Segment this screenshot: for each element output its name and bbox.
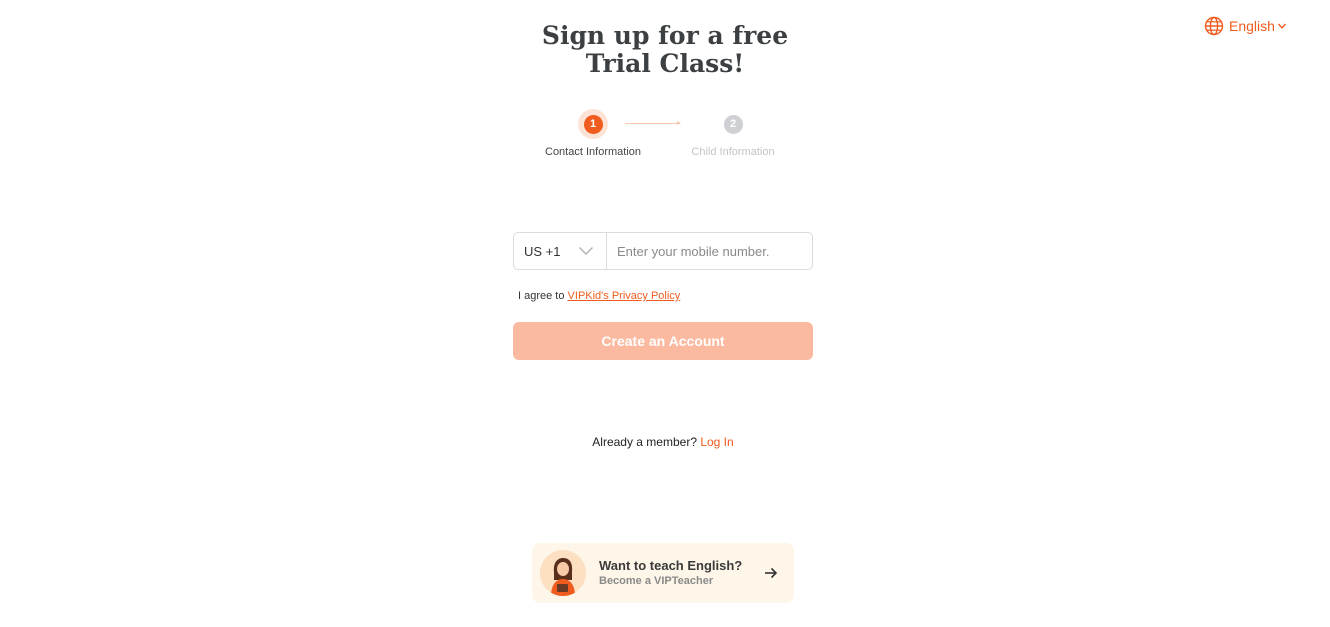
- chevron-down-icon: [578, 246, 594, 256]
- create-account-button[interactable]: Create an Account: [513, 322, 813, 360]
- country-code-select[interactable]: US +1: [514, 233, 607, 269]
- login-link[interactable]: Log In: [700, 435, 733, 449]
- privacy-agreement: I agree to VIPKid's Privacy Policy: [518, 290, 680, 302]
- step-child-information: 2 Child Information: [678, 109, 788, 160]
- step-label: Child Information: [691, 146, 775, 158]
- phone-input-group: US +1: [513, 232, 813, 270]
- step-indicator-halo: 1: [578, 109, 608, 139]
- teach-card-title: Want to teach English?: [599, 558, 743, 573]
- chevron-down-icon: [1277, 23, 1286, 29]
- step-connector-arrow: [625, 121, 681, 125]
- step-number-badge: 1: [583, 114, 603, 134]
- login-prompt-text: Already a member?: [592, 435, 701, 449]
- step-number-badge: 2: [723, 114, 743, 134]
- signup-page: English Sign up for a free Trial Class! …: [0, 0, 1330, 627]
- arrow-right-icon[interactable]: [764, 567, 778, 579]
- teach-card-subtitle: Become a VIPTeacher: [599, 575, 714, 587]
- step-indicator-halo: 2: [718, 109, 748, 139]
- teacher-avatar: [540, 550, 586, 596]
- agreement-text: I agree to: [518, 290, 568, 302]
- country-code-value: US +1: [524, 243, 561, 259]
- privacy-policy-link[interactable]: VIPKid's Privacy Policy: [568, 290, 681, 302]
- language-label: English: [1229, 18, 1275, 34]
- globe-icon: [1204, 16, 1224, 36]
- mobile-number-input[interactable]: [607, 233, 812, 269]
- language-switcher[interactable]: English: [1204, 16, 1287, 36]
- become-teacher-card[interactable]: Want to teach English? Become a VIPTeach…: [532, 543, 794, 603]
- step-contact-information: 1 Contact Information: [538, 109, 648, 160]
- page-title: Sign up for a free Trial Class!: [541, 21, 789, 78]
- login-prompt: Already a member? Log In: [513, 435, 813, 449]
- teach-card-text: Want to teach English? Become a VIPTeach…: [599, 558, 764, 588]
- step-label: Contact Information: [545, 146, 641, 158]
